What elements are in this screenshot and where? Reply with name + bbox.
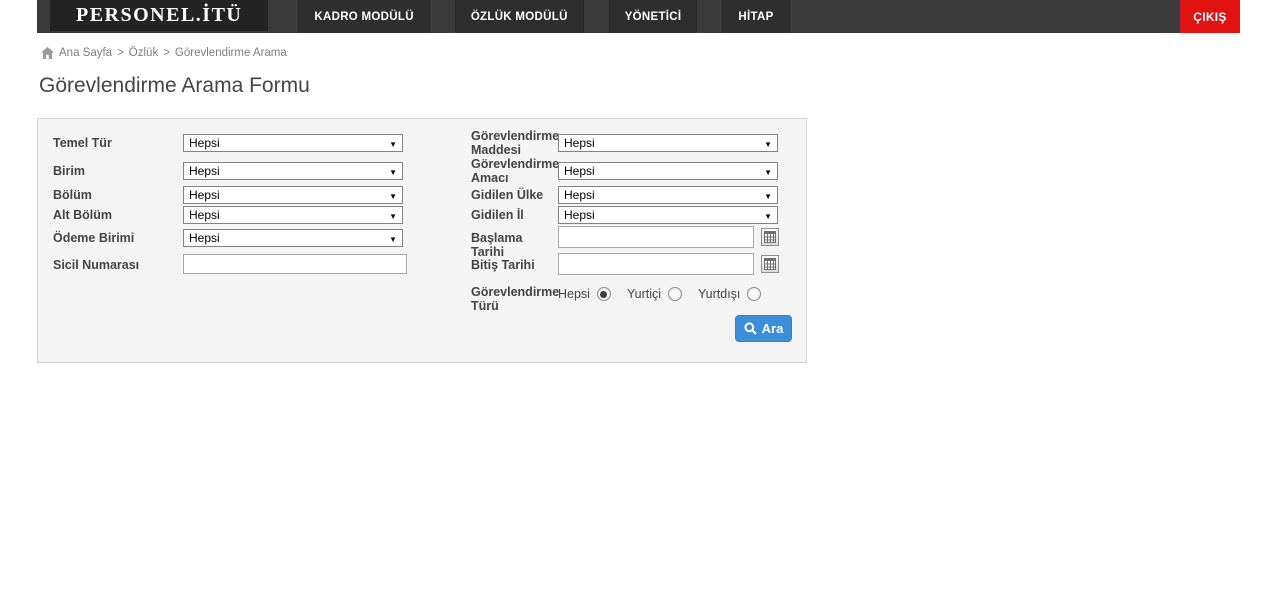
- radio-label: Hepsi: [558, 287, 590, 301]
- select-value: Hepsi: [564, 164, 595, 178]
- radio-button-checked[interactable]: [596, 287, 611, 301]
- radio-option-yurtdisi[interactable]: Yurtdışı: [698, 287, 762, 301]
- label-bolum: Bölüm: [53, 188, 92, 202]
- search-button-label: Ara: [761, 321, 784, 336]
- chevron-down-icon: [764, 188, 772, 202]
- chevron-down-icon: [389, 188, 397, 202]
- baslama-tarihi-input[interactable]: [558, 226, 754, 248]
- alt-bolum-select[interactable]: Hepsi: [183, 206, 403, 224]
- select-value: Hepsi: [189, 208, 220, 222]
- radio-option-yurtici[interactable]: Yurtiçi: [626, 287, 683, 301]
- chevron-down-icon: [764, 136, 772, 150]
- radio-label: Yurtiçi: [626, 287, 662, 301]
- select-value: Hepsi: [189, 164, 220, 178]
- breadcrumb-separator: >: [117, 47, 124, 59]
- search-icon: [744, 322, 757, 335]
- breadcrumb-link-ozluk[interactable]: Özlük: [129, 47, 158, 59]
- nav-item-yonetici[interactable]: YÖNETİCİ: [608, 0, 698, 33]
- calendar-icon: [764, 231, 776, 243]
- search-button[interactable]: Ara: [735, 315, 792, 342]
- odeme-birimi-select[interactable]: Hepsi: [183, 229, 403, 247]
- header-spacer: [815, 0, 1180, 33]
- sicil-numarasi-input[interactable]: [183, 254, 407, 274]
- nav-item-hitap[interactable]: HİTAP: [722, 0, 790, 33]
- label-temel-tur: Temel Tür: [53, 136, 112, 150]
- breadcrumb-current: Görevlendirme Arama: [174, 47, 287, 59]
- page-title: Görevlendirme Arama Formu: [39, 74, 310, 97]
- chevron-down-icon: [389, 136, 397, 150]
- breadcrumb-separator: >: [163, 47, 170, 59]
- gorevlendirme-turu-radio-group: Hepsi Yurtiçi Yurtdışı: [558, 287, 777, 301]
- search-form-panel: Temel Tür Birim Bölüm Alt Bölüm Ödeme Bi…: [37, 118, 807, 363]
- radio-option-hepsi[interactable]: Hepsi: [558, 287, 611, 301]
- label-gorevlendirme-turu: Görevlendirme Türü: [471, 285, 560, 313]
- breadcrumb-link-ana-sayfa[interactable]: Ana Sayfa: [59, 47, 112, 59]
- nav-item-kadro-modulu[interactable]: KADRO MODÜLÜ: [298, 0, 430, 33]
- select-value: Hepsi: [189, 188, 220, 202]
- home-icon: [41, 47, 54, 59]
- label-alt-bolum: Alt Bölüm: [53, 208, 113, 222]
- chevron-down-icon: [389, 208, 397, 222]
- label-gorevlendirme-maddesi: Görevlendirme Maddesi: [471, 129, 560, 157]
- label-gorevlendirme-amaci: Görevlendirme Amacı: [471, 157, 560, 185]
- label-birim: Birim: [53, 164, 85, 178]
- gorevlendirme-maddesi-select[interactable]: Hepsi: [558, 134, 778, 152]
- select-value: Hepsi: [189, 231, 220, 245]
- baslama-tarihi-calendar-button[interactable]: [761, 228, 779, 246]
- bitis-tarihi-calendar-button[interactable]: [761, 255, 779, 273]
- chevron-down-icon: [764, 208, 772, 222]
- birim-select[interactable]: Hepsi: [183, 162, 403, 180]
- label-sicil-numarasi: Sicil Numarası: [53, 258, 140, 272]
- main-nav: KADRO MODÜLÜ ÖZLÜK MODÜLÜ YÖNETİCİ HİTAP: [298, 0, 814, 33]
- top-navigation-bar: PERSONEL.İTÜ KADRO MODÜLÜ ÖZLÜK MODÜLÜ Y…: [37, 0, 1240, 33]
- select-value: Hepsi: [189, 136, 220, 150]
- gorevlendirme-amaci-select[interactable]: Hepsi: [558, 162, 778, 180]
- radio-label: Yurtdışı: [698, 287, 741, 301]
- label-bitis-tarihi: Bitiş Tarihi: [471, 258, 535, 272]
- gidilen-il-select[interactable]: Hepsi: [558, 206, 778, 224]
- select-value: Hepsi: [564, 136, 595, 150]
- chevron-down-icon: [389, 231, 397, 245]
- nav-item-ozluk-modulu[interactable]: ÖZLÜK MODÜLÜ: [454, 0, 584, 33]
- app-logo[interactable]: PERSONEL.İTÜ: [50, 0, 269, 31]
- chevron-down-icon: [764, 164, 772, 178]
- label-gidilen-il: Gidilen İl: [471, 208, 524, 222]
- select-value: Hepsi: [564, 208, 595, 222]
- page-shell: PERSONEL.İTÜ KADRO MODÜLÜ ÖZLÜK MODÜLÜ Y…: [37, 0, 1240, 363]
- label-odeme-birimi: Ödeme Birimi: [53, 231, 135, 245]
- calendar-icon: [764, 258, 776, 270]
- chevron-down-icon: [389, 164, 397, 178]
- gidilen-ulke-select[interactable]: Hepsi: [558, 186, 778, 204]
- select-value: Hepsi: [564, 188, 595, 202]
- logout-button[interactable]: ÇIKIŞ: [1180, 0, 1240, 33]
- radio-button[interactable]: [747, 287, 762, 301]
- label-gidilen-ulke: Gidilen Ülke: [471, 188, 544, 202]
- bolum-select[interactable]: Hepsi: [183, 186, 403, 204]
- bitis-tarihi-input[interactable]: [558, 253, 754, 275]
- label-baslama-tarihi: Başlama Tarihi: [471, 231, 523, 259]
- breadcrumb: Ana Sayfa > Özlük > Görevlendirme Arama: [37, 47, 1240, 59]
- temel-tur-select[interactable]: Hepsi: [183, 134, 403, 152]
- radio-button[interactable]: [668, 287, 683, 301]
